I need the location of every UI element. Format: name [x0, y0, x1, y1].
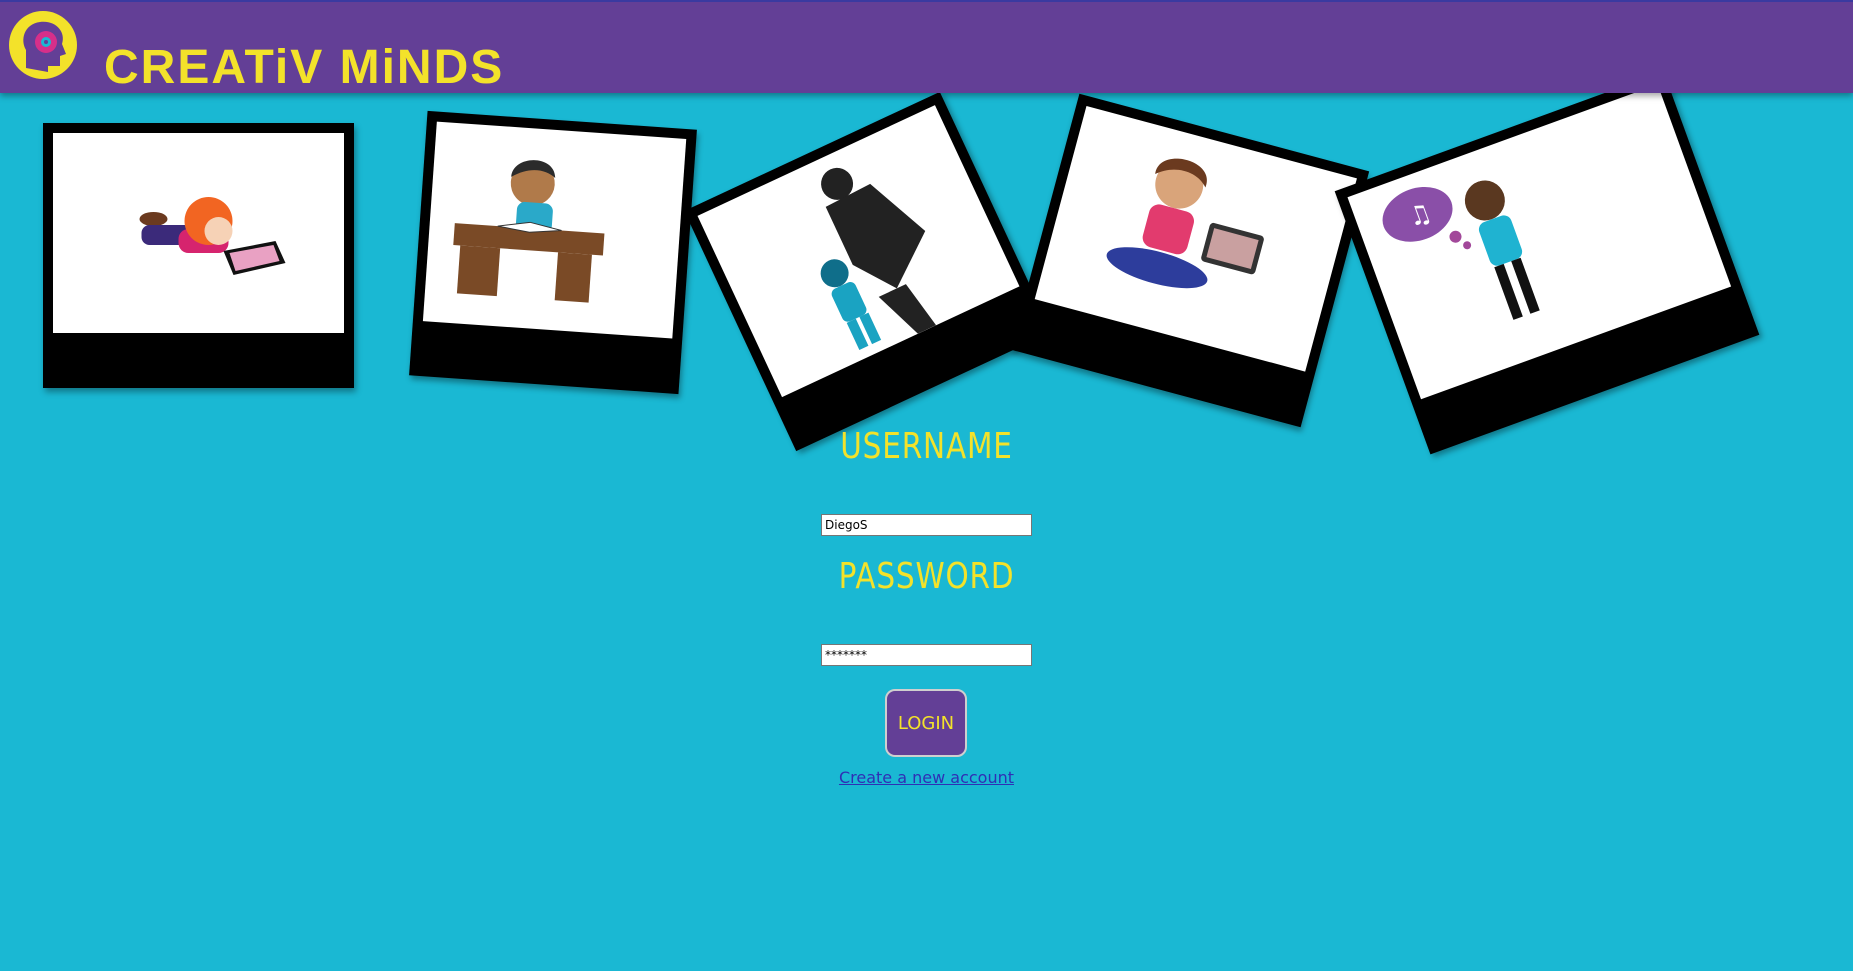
create-account-link[interactable]: Create a new account — [839, 768, 1014, 787]
brain-gear-logo-icon — [9, 11, 77, 79]
password-label: PASSWORD — [838, 556, 1015, 597]
password-input[interactable] — [821, 644, 1032, 666]
boy-reading-at-desk-illustration-icon — [422, 121, 687, 339]
create-account-link-container: Create a new account — [0, 768, 1853, 787]
boy-superhero-shadow-illustration-icon — [697, 105, 1020, 398]
polaroid-photo-5: ♫ — [1334, 71, 1760, 455]
girl-with-headphones-music-illustration-icon: ♫ — [1347, 84, 1732, 400]
top-header-bar: CREATiV MiNDS — [0, 0, 1853, 94]
polaroid-photo-2 — [409, 110, 697, 395]
polaroid-photo-1 — [43, 123, 354, 388]
boy-with-tablet-illustration-icon — [1034, 105, 1357, 372]
polaroid-photo-3 — [684, 91, 1052, 452]
app-title: CREATiV MiNDS — [104, 41, 505, 94]
polaroid-photo-4 — [1010, 93, 1370, 428]
login-button[interactable]: LOGIN — [885, 689, 967, 757]
girl-with-tablet-illustration-icon — [53, 133, 344, 333]
username-input[interactable] — [821, 514, 1032, 536]
username-label: USERNAME — [840, 426, 1013, 467]
